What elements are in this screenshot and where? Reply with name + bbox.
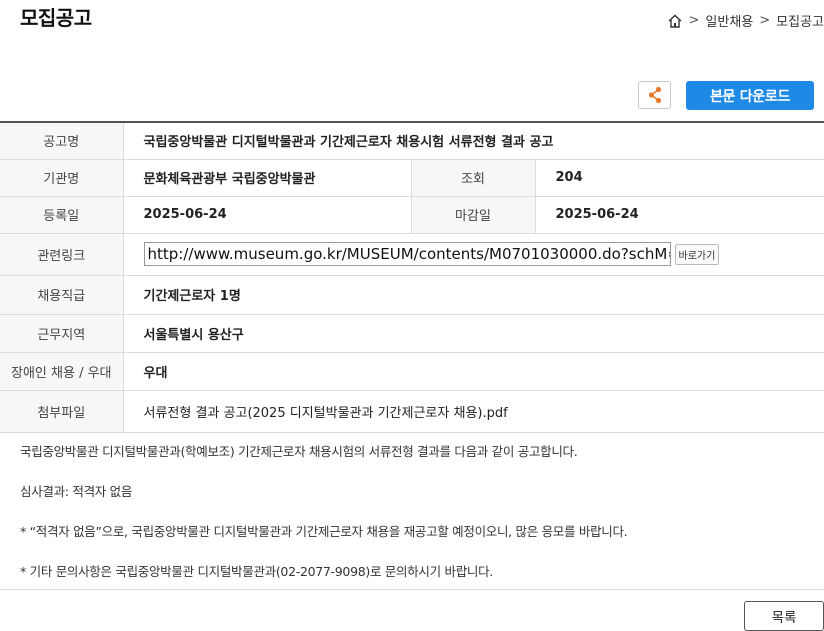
disabled-label: 장애인 채용 / 우대 xyxy=(0,352,124,391)
divider xyxy=(0,589,824,590)
table-row: 채용직급 기간제근로자 1명 xyxy=(0,275,824,315)
table-row: 기관명 문화체육관광부 국립중앙박물관 조회 204 xyxy=(0,159,824,197)
table-row: 등록일 2025-06-24 마감일 2025-06-24 xyxy=(0,196,824,234)
region-label: 근무지역 xyxy=(0,314,124,353)
breadcrumb-separator: > xyxy=(759,13,771,28)
list-button[interactable]: 목록 xyxy=(744,601,824,631)
position-label: 채용직급 xyxy=(0,275,124,315)
home-icon[interactable] xyxy=(667,13,683,29)
org-label: 기관명 xyxy=(0,159,124,197)
share-button[interactable] xyxy=(638,81,671,109)
region-value: 서울특별시 용산구 xyxy=(123,314,824,353)
title-value: 국립중앙박물관 디지털박물관과 기간제근로자 채용시험 서류전형 결과 공고 xyxy=(123,122,824,160)
go-link-button[interactable]: 바로가기 xyxy=(674,243,720,265)
share-icon xyxy=(648,86,661,104)
breadcrumb-item-recruit[interactable]: 일반채용 xyxy=(705,11,753,30)
table-row: 장애인 채용 / 우대 우대 xyxy=(0,352,824,391)
breadcrumb-separator: > xyxy=(688,13,700,28)
link-cell: http://www.museum.go.kr/MUSEUM/contents/… xyxy=(123,233,824,276)
disabled-value: 우대 xyxy=(123,352,824,391)
link-label: 관련링크 xyxy=(0,233,124,276)
table-row: 첨부파일 서류전형 결과 공고(2025 디지털박물관과 기간제근로자 채용).… xyxy=(0,390,824,433)
deadline-label: 마감일 xyxy=(410,196,536,234)
position-value: 기간제근로자 1명 xyxy=(123,275,824,315)
body-paragraph: 국립중앙박물관 디지털박물관과(학예보조) 기간제근로자 채용시험의 서류전형 … xyxy=(20,444,578,459)
breadcrumb: > 일반채용 > 모집공고 xyxy=(667,11,824,30)
body-paragraph: * “적격자 없음”으로, 국립중앙박물관 디지털박물관과 기간제근로자 채용을… xyxy=(20,524,628,539)
table-row: 관련링크 http://www.museum.go.kr/MUSEUM/cont… xyxy=(0,233,824,276)
breadcrumb-item-notice[interactable]: 모집공고 xyxy=(776,11,824,30)
org-value: 문화체육관광부 국립중앙박물관 xyxy=(123,159,411,197)
reg-date-value: 2025-06-24 xyxy=(123,196,411,234)
views-value: 204 xyxy=(535,159,824,197)
notice-info-table: 공고명 국립중앙박물관 디지털박물관과 기간제근로자 채용시험 서류전형 결과 … xyxy=(0,121,824,433)
body-paragraph: 심사결과: 적격자 없음 xyxy=(20,484,133,499)
title-label: 공고명 xyxy=(0,122,124,160)
notice-body: 국립중앙박물관 디지털박물관과(학예보조) 기간제근로자 채용시험의 서류전형 … xyxy=(20,441,810,601)
related-link-field[interactable]: http://www.museum.go.kr/MUSEUM/contents/… xyxy=(143,242,671,266)
table-row: 공고명 국립중앙박물관 디지털박물관과 기간제근로자 채용시험 서류전형 결과 … xyxy=(0,122,824,160)
views-label: 조회 xyxy=(410,159,536,197)
body-paragraph: * 기타 문의사항은 국립중앙박물관 디지털박물관과(02-2077-9098)… xyxy=(20,564,493,579)
deadline-value: 2025-06-24 xyxy=(535,196,824,234)
table-row: 근무지역 서울특별시 용산구 xyxy=(0,314,824,353)
reg-date-label: 등록일 xyxy=(0,196,124,234)
download-body-button[interactable]: 본문 다운로드 xyxy=(686,81,814,110)
page-title: 모집공고 xyxy=(20,6,92,30)
attachment-link[interactable]: 서류전형 결과 공고(2025 디지털박물관과 기간제근로자 채용).pdf xyxy=(123,390,824,433)
attachment-label: 첨부파일 xyxy=(0,390,124,433)
